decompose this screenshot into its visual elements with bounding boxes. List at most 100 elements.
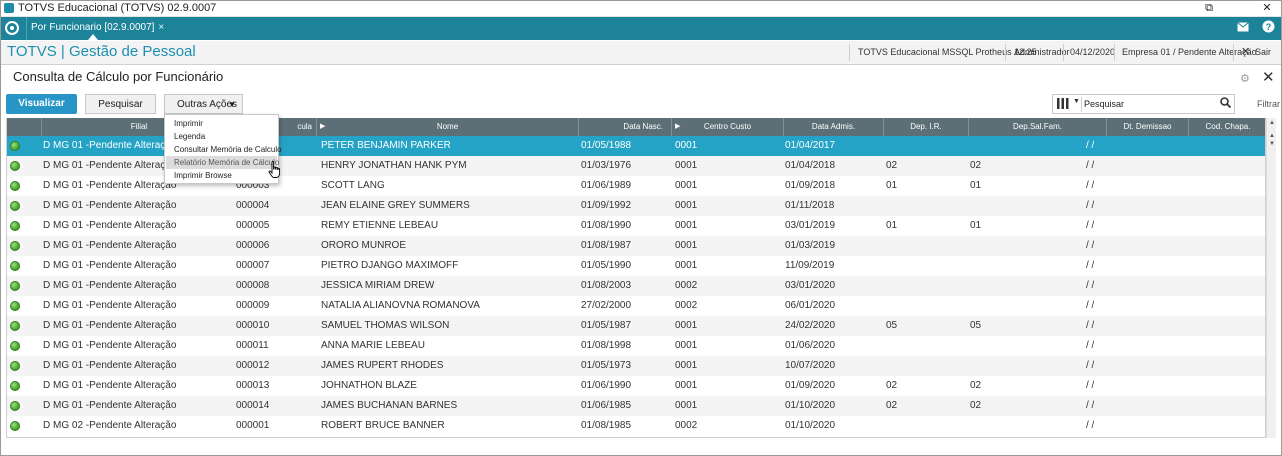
table-row[interactable]: D MG 01 -Pendente Alteração 000010 SAMUEL … <box>7 316 1265 336</box>
cell-centro-custo: 0001 <box>675 180 698 191</box>
tab-close-icon[interactable]: × <box>158 22 164 33</box>
chevron-down-icon[interactable]: ▼ <box>1073 98 1080 105</box>
menu-item-relatorio-memoria[interactable]: Relatório Memória de Cálculo <box>166 156 279 169</box>
cell-filial: D MG 01 -Pendente Alteração <box>43 260 177 271</box>
cell-dep-sal-fam: 02 <box>970 160 982 171</box>
menu-item-imprimir[interactable]: Imprimir <box>174 117 203 130</box>
table-row[interactable]: D MG 01 -Pendente Alteração 000007 PIETRO … <box>7 256 1265 276</box>
cell-dt-demissao: / / <box>1086 260 1095 271</box>
header-nome[interactable]: ▶ Nome <box>316 118 578 136</box>
scroll-top-icon[interactable]: ▲ <box>1267 120 1277 126</box>
menu-item-imprimir-browse[interactable]: Imprimir Browse <box>174 169 232 182</box>
table-row[interactable]: D MG 01 -Pendente Alteração 000012 JAMES R… <box>7 356 1265 376</box>
table-row[interactable]: D MG 01 -Pendente Alteração 000014 JAMES B… <box>7 396 1265 416</box>
header-centro-custo[interactable]: ▶ Centro Custo <box>671 118 783 136</box>
vertical-scrollbar[interactable]: ▲ ▲ ▼ <box>1266 118 1276 438</box>
status-legend-icon <box>10 241 20 251</box>
exit-icon[interactable]: ✕ <box>1241 45 1250 58</box>
table-row[interactable]: D MG 02 -Pendente Alteração 000001 ROBERT … <box>7 416 1265 436</box>
status-legend-icon <box>10 221 20 231</box>
search-icon[interactable] <box>1220 97 1232 111</box>
cell-centro-custo: 0001 <box>675 200 698 211</box>
cell-nome: ROBERT BRUCE BANNER <box>321 420 445 431</box>
cell-nome: JESSICA MIRIAM DREW <box>321 280 435 291</box>
menu-item-legenda[interactable]: Legenda <box>174 130 205 143</box>
table-row[interactable]: D MG 01 -Pendente Alteração 000011 ANNA MA… <box>7 336 1265 356</box>
status-legend-icon <box>10 281 20 291</box>
outras-acoes-dropdown[interactable]: Outras Ações ▼ <box>164 94 243 114</box>
cell-nome: SCOTT LANG <box>321 180 385 191</box>
cell-data-nasc: 01/05/1988 <box>581 140 632 151</box>
app-icon <box>4 3 14 13</box>
tab-bar: Por Funcionario [02.9.0007] × ? <box>0 17 1282 40</box>
cell-filial: D MG 01 -Pendente Alteração <box>43 400 177 411</box>
header-dep-sal-fam[interactable]: Dep.Sal.Fam. <box>968 118 1106 136</box>
columns-icon[interactable] <box>1057 98 1071 110</box>
search-input[interactable] <box>1084 97 1214 111</box>
menu-item-consultar-memoria[interactable]: Consultar Memória de Calculo <box>174 143 282 156</box>
status-legend-icon <box>10 261 20 271</box>
cell-filial: D MG 01 -Pendente Alteração <box>43 200 177 211</box>
cell-centro-custo: 0001 <box>675 320 698 331</box>
cell-centro-custo: 0001 <box>675 340 698 351</box>
cell-matricula: 000010 <box>236 320 270 331</box>
cell-data-admis: 01/10/2020 <box>785 420 836 431</box>
table-row[interactable]: D MG 01 -Pendente Alteração 000005 REMY ET… <box>7 216 1265 236</box>
company-info: Empresa 01 / Pendente Alteração <box>1122 47 1257 57</box>
filtrar-link[interactable]: Filtrar <box>1257 99 1280 109</box>
restore-window-button[interactable]: ⧉ <box>1194 0 1224 16</box>
header-data-admis[interactable]: Data Admis. <box>783 118 883 136</box>
close-window-button[interactable]: ✕ <box>1252 0 1282 16</box>
table-row[interactable]: D MG 01 -Pendente Alteração 000006 ORORO M… <box>7 236 1265 256</box>
cell-dep-ir: 01 <box>886 180 898 191</box>
table-row[interactable]: D MG 01 -Pendente Alteração 000013 JOHNATH… <box>7 376 1265 396</box>
settings-icon[interactable]: ⚙ <box>1240 72 1250 85</box>
cell-data-nasc: 01/08/2003 <box>581 280 632 291</box>
divider <box>1114 44 1115 61</box>
table-row[interactable]: D MG 01 -Pendente Alteração 000008 JESSICA… <box>7 276 1265 296</box>
header-dt-demissao[interactable]: Dt. Demissao <box>1106 118 1188 136</box>
mail-icon[interactable] <box>1235 20 1251 36</box>
cell-matricula: 000009 <box>236 300 270 311</box>
window-titlebar: TOTVS Educacional (TOTVS) 02.9.0007 ⧉ ✕ <box>0 0 1282 17</box>
header-cod-chapa[interactable]: Cod. Chapa. <box>1188 118 1265 136</box>
cell-data-nasc: 01/03/1976 <box>581 160 632 171</box>
table-row[interactable]: D MG 01 -Pendente Alteração 000004 JEAN EL… <box>7 196 1265 216</box>
help-icon[interactable]: ? <box>1260 20 1276 36</box>
cell-dep-sal-fam: 01 <box>970 220 982 231</box>
exit-button[interactable]: Sair <box>1255 47 1271 57</box>
header-dep-ir[interactable]: Dep. I.R. <box>883 118 968 136</box>
cell-dep-ir: 02 <box>886 380 898 391</box>
cell-matricula: 000008 <box>236 280 270 291</box>
pesquisar-button[interactable]: Pesquisar <box>85 94 156 114</box>
home-icon[interactable] <box>5 21 19 35</box>
cell-dt-demissao: / / <box>1086 140 1095 151</box>
cell-data-admis: 01/06/2020 <box>785 340 836 351</box>
cell-data-nasc: 27/02/2000 <box>581 300 632 311</box>
cell-data-nasc: 01/08/1998 <box>581 340 632 351</box>
date-info: 04/12/2020 <box>1070 47 1116 57</box>
header-data-nasc[interactable]: Data Nasc. <box>578 118 671 136</box>
cell-filial: D MG 01 -Pendente Alteração <box>43 320 177 331</box>
cell-data-nasc: 01/08/1987 <box>581 240 632 251</box>
cell-dep-sal-fam: 05 <box>970 320 982 331</box>
window-title: TOTVS Educacional (TOTVS) 02.9.0007 <box>18 2 217 14</box>
cell-data-nasc: 01/06/1985 <box>581 400 632 411</box>
cell-nome: HENRY JONATHAN HANK PYM <box>321 160 467 171</box>
cell-matricula: 000007 <box>236 260 270 271</box>
cell-filial: D MG 01 -Pendente Alteração <box>43 360 177 371</box>
cell-data-nasc: 01/08/1985 <box>581 420 632 431</box>
cell-dt-demissao: / / <box>1086 200 1095 211</box>
cell-centro-custo: 0002 <box>675 420 698 431</box>
cell-matricula: 000001 <box>236 420 270 431</box>
cell-centro-custo: 0001 <box>675 240 698 251</box>
table-row[interactable]: D MG 01 -Pendente Alteração 000009 NATALIA… <box>7 296 1265 316</box>
visualizar-button[interactable]: Visualizar <box>6 94 77 114</box>
cell-nome: SAMUEL THOMAS WILSON <box>321 320 450 331</box>
chevron-down-icon: ▼ <box>228 100 236 109</box>
status-legend-icon <box>10 201 20 211</box>
active-tab-indicator <box>88 34 98 40</box>
close-page-icon[interactable]: ✕ <box>1262 68 1275 86</box>
scroll-down-icon[interactable]: ▼ <box>1267 141 1277 147</box>
scroll-up-icon[interactable]: ▲ <box>1267 133 1277 139</box>
